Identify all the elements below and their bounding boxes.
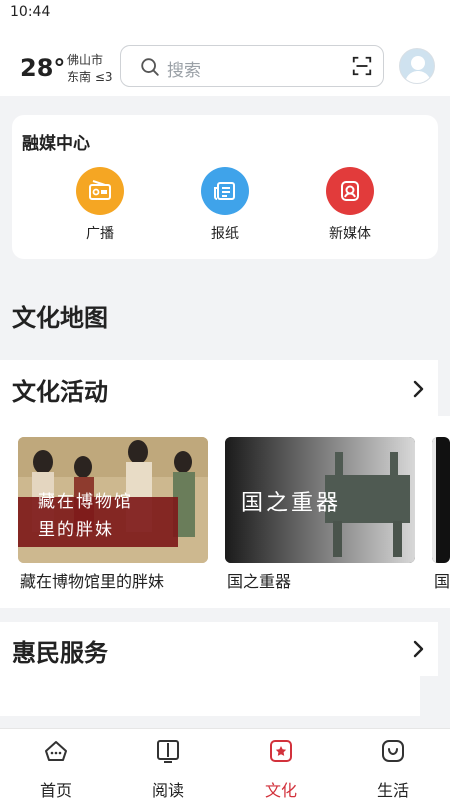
- search-placeholder: 搜索: [167, 61, 201, 81]
- card-image-text: 国之重器: [241, 491, 342, 516]
- search-icon: [141, 58, 159, 76]
- scan-icon[interactable]: [351, 55, 373, 77]
- nav-item-culture[interactable]: 文化: [241, 737, 321, 800]
- nav-item-home[interactable]: 首页: [16, 737, 96, 800]
- activity-card-caption[interactable]: 国: [434, 568, 450, 592]
- nav-label: 首页: [39, 781, 72, 800]
- card-image-text: 藏在博物馆: [38, 492, 133, 512]
- nav-label: 生活: [376, 781, 409, 800]
- media-item-newspaper[interactable]: 报纸: [185, 167, 265, 243]
- media-item-label: 报纸: [211, 226, 239, 242]
- status-bar: 10:44: [0, 0, 450, 26]
- activity-card-caption[interactable]: 国之重器: [227, 568, 291, 592]
- chevron-right-icon[interactable]: [412, 380, 424, 398]
- newspaper-icon: [201, 167, 249, 215]
- media-item-new-media[interactable]: 新媒体: [310, 167, 390, 243]
- radio-icon: [76, 167, 124, 215]
- weather-city[interactable]: 佛山市: [67, 51, 103, 68]
- activity-card-caption[interactable]: 藏在博物馆里的胖妹: [20, 568, 164, 592]
- header: 28° 佛山市 东南 ≤3 搜索: [0, 26, 450, 96]
- activity-card-museum[interactable]: 藏在博物馆 里的胖妹: [18, 437, 208, 563]
- culture-icon: [270, 740, 292, 762]
- nav-item-reading[interactable]: 阅读: [128, 737, 208, 800]
- media-item-radio[interactable]: 广播: [60, 167, 140, 243]
- nav-label: 阅读: [151, 781, 184, 800]
- media-item-label: 广播: [86, 226, 114, 242]
- media-item-label: 新媒体: [329, 226, 371, 242]
- media-center-title: 融媒中心: [22, 134, 90, 154]
- search-input[interactable]: 搜索: [120, 45, 384, 87]
- weather-temperature[interactable]: 28°: [20, 54, 65, 82]
- home-icon: [45, 741, 67, 761]
- new-media-icon: [326, 167, 374, 215]
- chevron-right-icon[interactable]: [412, 640, 424, 658]
- user-avatar-icon: [405, 56, 431, 83]
- weather-wind[interactable]: 东南 ≤3: [67, 68, 113, 85]
- media-center-card: 融媒中心 广播 报纸 新媒体: [12, 115, 438, 259]
- book-icon: [157, 740, 179, 763]
- public-services-content: [0, 676, 420, 716]
- status-time: 10:44: [10, 4, 51, 20]
- public-services-title: 惠民服务: [12, 639, 108, 667]
- avatar[interactable]: [399, 48, 435, 84]
- life-icon: [382, 740, 404, 762]
- culture-activities-title: 文化活动: [12, 378, 108, 406]
- card-image-text: 里的胖妹: [38, 520, 114, 540]
- culture-map-title[interactable]: 文化地图: [12, 298, 108, 333]
- bottom-nav: 首页 阅读 文化 生活: [0, 728, 450, 800]
- nav-item-life[interactable]: 生活: [353, 737, 433, 800]
- nav-label-active: 文化: [264, 781, 297, 800]
- activity-card-artifact[interactable]: 国之重器: [225, 437, 415, 563]
- activity-card-partial[interactable]: [432, 437, 450, 563]
